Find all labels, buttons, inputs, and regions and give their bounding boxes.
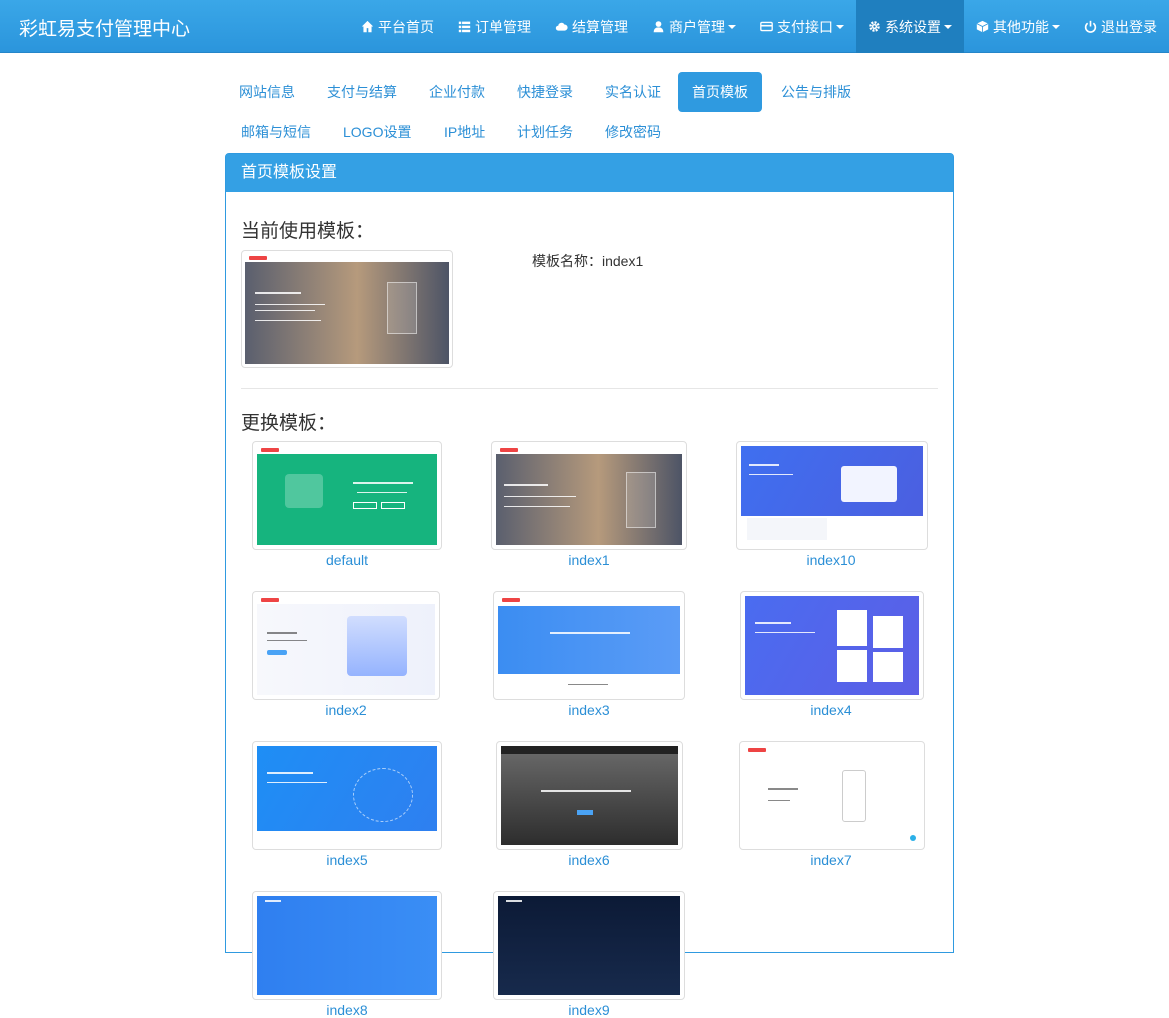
cube-icon	[976, 20, 989, 33]
template-name-index4[interactable]: index4	[731, 702, 931, 718]
list-icon	[458, 21, 471, 33]
chevron-down-icon	[944, 24, 952, 29]
nav-system-settings-label: 系统设置	[885, 18, 941, 35]
template-thumb-index4[interactable]	[740, 591, 924, 700]
user-icon	[653, 21, 664, 33]
template-thumb-index2[interactable]	[252, 591, 440, 700]
cloud-icon	[555, 22, 568, 31]
tab-logo[interactable]: LOGO设置	[329, 112, 425, 152]
tab-site-info[interactable]: 网站信息	[225, 72, 309, 112]
nav-settlement-label: 结算管理	[572, 18, 628, 35]
main-nav: 平台首页 订单管理 结算管理 商户管理 支付接口 系统设置 其他功能 退出登录	[349, 0, 1169, 53]
template-name-index2[interactable]: index2	[246, 702, 446, 718]
tab-home-template[interactable]: 首页模板	[678, 72, 762, 112]
home-icon	[361, 20, 374, 33]
nav-logout-label: 退出登录	[1101, 18, 1157, 35]
nav-payment-api-label: 支付接口	[777, 18, 833, 35]
nav-other-functions-label: 其他功能	[993, 18, 1049, 35]
template-thumb-index8[interactable]	[252, 891, 442, 1000]
power-icon	[1084, 20, 1097, 33]
tab-notice-layout[interactable]: 公告与排版	[767, 72, 865, 112]
tab-enterprise-payment[interactable]: 企业付款	[415, 72, 499, 112]
nav-home[interactable]: 平台首页	[349, 0, 446, 53]
credit-card-icon	[760, 21, 773, 32]
template-thumb-index9[interactable]	[493, 891, 685, 1000]
template-name-index6[interactable]: index6	[489, 852, 689, 868]
nav-merchants-label: 商户管理	[669, 18, 725, 35]
chevron-down-icon	[836, 24, 844, 29]
nav-orders-label: 订单管理	[475, 18, 531, 35]
template-thumb-index3[interactable]	[493, 591, 685, 700]
nav-home-label: 平台首页	[378, 18, 434, 35]
tab-email-sms[interactable]: 邮箱与短信	[227, 112, 325, 152]
app-title[interactable]: 彩虹易支付管理中心	[19, 14, 190, 41]
panel-title: 首页模板设置	[226, 154, 953, 192]
tab-real-name[interactable]: 实名认证	[591, 72, 675, 112]
current-template-name: 模板名称：index1	[532, 253, 644, 269]
template-name-index5[interactable]: index5	[247, 852, 447, 868]
tab-quick-login[interactable]: 快捷登录	[503, 72, 587, 112]
current-template-preview	[241, 250, 453, 368]
nav-orders[interactable]: 订单管理	[446, 0, 543, 53]
template-thumb-index5[interactable]	[252, 741, 442, 850]
template-thumb-index10[interactable]	[736, 441, 928, 550]
template-name-index7[interactable]: index7	[731, 852, 931, 868]
template-name-index8[interactable]: index8	[247, 1002, 447, 1018]
tab-payment-settlement[interactable]: 支付与结算	[313, 72, 411, 112]
nav-logout[interactable]: 退出登录	[1072, 0, 1169, 53]
template-thumb-index1[interactable]	[491, 441, 687, 550]
current-template-heading: 当前使用模板：	[241, 221, 375, 242]
change-template-heading: 更换模板：	[241, 413, 337, 434]
gear-icon	[869, 21, 880, 32]
template-thumb-index7[interactable]	[739, 741, 925, 850]
nav-settlement[interactable]: 结算管理	[543, 0, 640, 53]
template-name-index9[interactable]: index9	[489, 1002, 689, 1018]
tab-cron[interactable]: 计划任务	[503, 112, 587, 152]
template-name-index1[interactable]: index1	[489, 552, 689, 568]
nav-payment-api[interactable]: 支付接口	[748, 0, 856, 53]
template-thumb-default[interactable]	[252, 441, 442, 550]
nav-other-functions[interactable]: 其他功能	[964, 0, 1072, 53]
nav-merchants[interactable]: 商户管理	[640, 0, 748, 53]
nav-system-settings[interactable]: 系统设置	[856, 0, 964, 53]
divider	[241, 388, 938, 389]
chevron-down-icon	[728, 24, 736, 29]
chevron-down-icon	[1052, 24, 1060, 29]
tab-ip[interactable]: IP地址	[430, 112, 499, 152]
template-thumb-index6[interactable]	[496, 741, 683, 850]
template-name-index3[interactable]: index3	[489, 702, 689, 718]
top-navbar: 彩虹易支付管理中心 平台首页 订单管理 结算管理 商户管理 支付接口 系统设置	[0, 0, 1169, 53]
template-name-default[interactable]: default	[247, 552, 447, 568]
tab-change-password[interactable]: 修改密码	[591, 112, 675, 152]
template-name-index10[interactable]: index10	[731, 552, 931, 568]
template-settings-panel: 首页模板设置 当前使用模板： 模板名称：index1 更换模板： default	[225, 153, 954, 1018]
